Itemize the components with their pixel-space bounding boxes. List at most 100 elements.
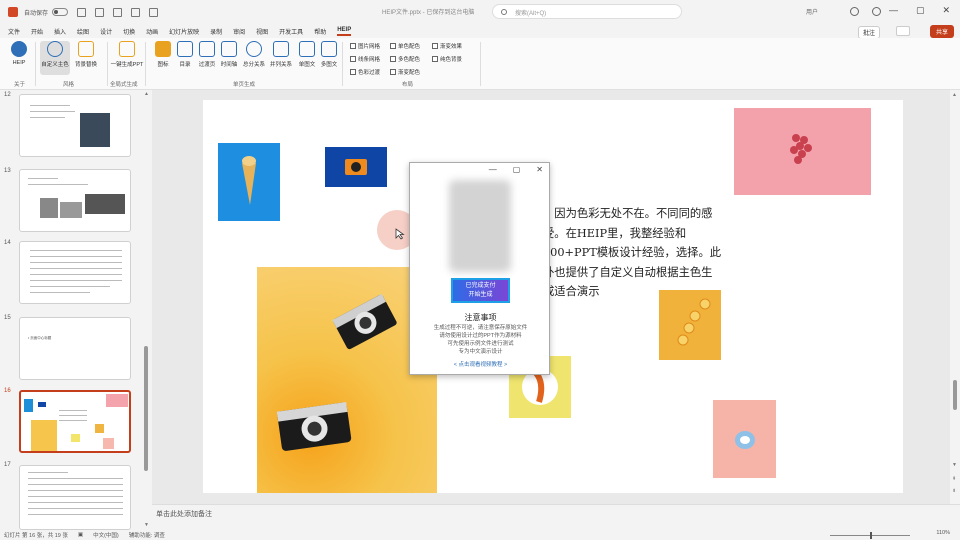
- checkbox-line-grid[interactable]: 线条网格: [350, 55, 380, 63]
- custom-color-button[interactable]: 自定义主色: [40, 41, 70, 75]
- window-controls: — ▢ ✕: [889, 5, 950, 16]
- checkbox-color-transition[interactable]: 色彩过渡: [350, 68, 380, 76]
- close-button[interactable]: ✕: [942, 5, 950, 16]
- language-status[interactable]: 中文(中国): [93, 531, 119, 539]
- scroll-thumb[interactable]: [953, 380, 957, 410]
- slide-thumbnail-14[interactable]: [19, 241, 131, 304]
- checkbox-single-color[interactable]: 单色配色: [390, 42, 420, 50]
- pen-icon[interactable]: [872, 7, 881, 16]
- checkbox-box: [390, 43, 396, 49]
- thumbnail-image: [31, 420, 57, 451]
- heip-button[interactable]: HEIP: [6, 41, 32, 66]
- checkbox-box: [390, 69, 396, 75]
- present-button[interactable]: [896, 26, 910, 36]
- notice-title: 注意事项: [464, 313, 497, 322]
- document-title: HEIP文件.pptx - 已保存到这台电脑: [382, 10, 475, 16]
- tab-insert[interactable]: 插入: [54, 27, 66, 36]
- slide-thumbnail-17[interactable]: [19, 465, 131, 530]
- tab-design[interactable]: 设计: [100, 27, 112, 36]
- tab-developer[interactable]: 开发工具: [279, 27, 303, 36]
- checkbox-label: 渐变配色: [398, 70, 421, 76]
- group-label-single: 单页生成: [233, 82, 256, 88]
- slide-thumbnail-15[interactable]: • 页面中心标题: [19, 317, 131, 380]
- hierarchy-label: 总分关系: [242, 62, 265, 68]
- timeline-button[interactable]: 时间轴: [216, 41, 242, 68]
- generate-ppt-button[interactable]: 一键生成PPT: [111, 41, 143, 68]
- scroll-up-arrow-icon[interactable]: ▲: [144, 91, 149, 97]
- slide-canvas[interactable]: ，因为色彩无处不在。不同同的感受。在HEIP里，我整经验和200+PPT模板设计…: [203, 100, 903, 493]
- copilot-icon[interactable]: [850, 7, 859, 16]
- document-magic-icon: [119, 41, 135, 57]
- minimize-button[interactable]: —: [889, 5, 898, 16]
- parallel-button[interactable]: 并列关系: [268, 41, 294, 68]
- dialog-maximize-button[interactable]: ▢: [513, 165, 521, 174]
- checkbox-box: [350, 69, 356, 75]
- next-slide-icon[interactable]: ⇟: [952, 488, 956, 494]
- checkbox-image-grid[interactable]: 图片网格: [350, 42, 380, 50]
- checkbox-label: 图片网格: [358, 44, 381, 50]
- checkbox-gradient-effect[interactable]: 渐变效果: [432, 42, 462, 50]
- bowl-icon: [735, 431, 755, 449]
- text-line: [30, 105, 70, 106]
- ribbon-separator: [480, 42, 481, 86]
- grapes-icon: [790, 134, 812, 164]
- pink-grapes-photo[interactable]: [734, 108, 871, 195]
- scroll-down-arrow-icon[interactable]: ▼: [952, 462, 957, 468]
- heip-logo-icon: [11, 41, 27, 57]
- prev-slide-icon[interactable]: ⇞: [952, 476, 956, 482]
- zoom-level[interactable]: 110%: [936, 530, 950, 536]
- tab-help[interactable]: 帮助: [314, 27, 326, 36]
- accessibility-status[interactable]: 辅助功能: 调查: [129, 531, 165, 539]
- save-icon[interactable]: [77, 7, 87, 17]
- maximize-button[interactable]: ▢: [916, 5, 925, 16]
- scroll-down-arrow-icon[interactable]: ▼: [144, 522, 149, 528]
- dialog-minimize-button[interactable]: —: [489, 165, 497, 174]
- checkbox-solid-background[interactable]: 纯色背景: [432, 55, 462, 63]
- editor-scrollbar[interactable]: ▲ ▼ ⇞ ⇟: [950, 90, 960, 504]
- tab-transitions[interactable]: 切换: [123, 27, 135, 36]
- scroll-up-arrow-icon[interactable]: ▲: [952, 92, 957, 98]
- checkbox-gradient-color[interactable]: 渐变配色: [390, 68, 420, 76]
- slide-thumbnail-12[interactable]: [19, 94, 131, 157]
- tab-review[interactable]: 审阅: [233, 27, 245, 36]
- blue-bowl-photo[interactable]: [713, 400, 776, 478]
- tab-draw[interactable]: 绘图: [77, 27, 89, 36]
- orange-camera-photo[interactable]: [325, 147, 387, 187]
- start-generate-button[interactable]: 已完成支付 开始生成: [451, 278, 510, 303]
- tab-animations[interactable]: 动画: [146, 27, 158, 36]
- tab-file[interactable]: 文件: [8, 27, 20, 36]
- notes-pane[interactable]: 单击此处添加备注: [152, 504, 960, 522]
- tab-record[interactable]: 录制: [210, 27, 222, 36]
- dialog-close-button[interactable]: ✕: [536, 165, 543, 174]
- checkbox-multi-color[interactable]: 多色配色: [390, 55, 420, 63]
- background-replace-button[interactable]: 背景替换: [73, 41, 99, 68]
- slide-body-text[interactable]: ，因为色彩无处不在。不同同的感受。在HEIP里，我整经验和200+PPT模板设计…: [543, 204, 723, 302]
- checkbox-box: [432, 56, 438, 62]
- undo-icon[interactable]: [95, 7, 105, 17]
- tab-heip[interactable]: HEIP: [337, 27, 352, 36]
- autosave-toggle[interactable]: [52, 8, 69, 16]
- search-input[interactable]: 搜索(Alt+Q): [492, 4, 682, 19]
- share-button[interactable]: 共享: [929, 25, 954, 38]
- present-from-start-icon[interactable]: [131, 7, 141, 17]
- tab-slideshow[interactable]: 幻灯片放映: [169, 27, 199, 36]
- redo-icon[interactable]: [113, 7, 123, 17]
- hierarchy-button[interactable]: 总分关系: [241, 41, 267, 68]
- ribbon-separator: [35, 42, 36, 86]
- checkbox-label: 单色配色: [398, 44, 421, 50]
- paint-bucket-icon: [78, 41, 94, 57]
- tab-view[interactable]: 视图: [256, 27, 268, 36]
- spellcheck-icon[interactable]: ▣: [78, 532, 83, 538]
- zoom-slider-knob[interactable]: [870, 532, 872, 539]
- customize-toolbar-icon[interactable]: [149, 7, 159, 17]
- thumbnail-scrollbar[interactable]: [144, 346, 148, 471]
- slide-thumbnail-13[interactable]: [19, 169, 131, 232]
- multi-image-button[interactable]: 多图文: [316, 41, 342, 68]
- checkbox-box: [432, 43, 438, 49]
- user-name[interactable]: 用户: [806, 7, 818, 16]
- slide-thumbnail-16[interactable]: [19, 390, 131, 453]
- tab-home[interactable]: 开始: [31, 27, 43, 36]
- text-line: [28, 478, 123, 479]
- ice-cream-photo[interactable]: [218, 143, 280, 221]
- video-tutorial-link[interactable]: < 点击观看视频教程 >: [410, 360, 551, 368]
